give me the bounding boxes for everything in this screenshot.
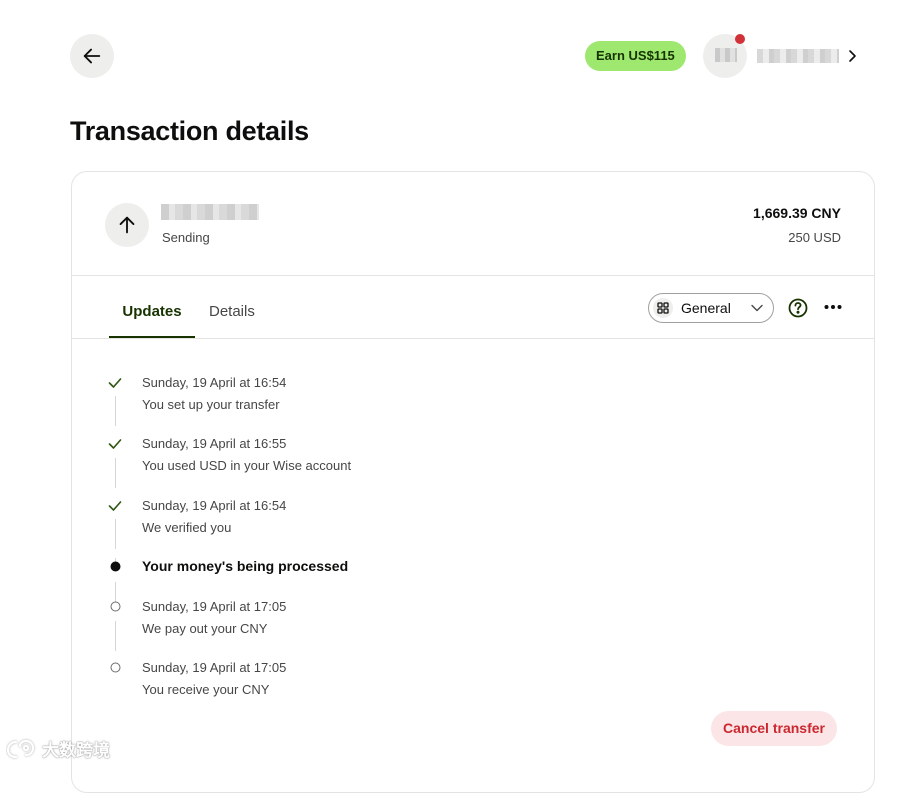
view-select-value: General	[681, 300, 731, 316]
arrow-up-icon	[119, 216, 135, 234]
notification-dot	[735, 34, 745, 44]
help-icon[interactable]	[788, 298, 808, 318]
grid-icon	[653, 298, 673, 318]
step-description: You receive your CNY	[142, 682, 270, 697]
transaction-card: Sending 1,669.39 CNY 250 USD Updates Det…	[71, 171, 875, 793]
pending-step-circle-icon	[110, 601, 121, 612]
current-step-dot-icon	[110, 561, 121, 572]
page-title: Transaction details	[70, 116, 309, 146]
step-title: Your money's being processed	[142, 558, 349, 574]
step-date: Sunday, 19 April at 17:05	[142, 599, 287, 614]
view-select[interactable]: General	[648, 293, 774, 323]
earn-reward-button[interactable]: Earn US$115	[585, 41, 686, 71]
step-description: We pay out your CNY	[142, 621, 268, 636]
profile-name-redacted	[757, 49, 839, 63]
cancel-transfer-button[interactable]: Cancel transfer	[711, 711, 837, 746]
timeline-connector	[115, 519, 116, 549]
watermark-text: 大数跨境	[42, 741, 110, 760]
chevron-right-icon[interactable]	[846, 47, 860, 65]
step-date: Sunday, 19 April at 16:55	[142, 436, 287, 451]
profile-menu[interactable]	[703, 34, 839, 78]
sending-indicator	[105, 203, 149, 247]
check-icon	[108, 378, 122, 388]
arrow-left-icon	[83, 48, 101, 64]
check-icon	[108, 501, 122, 511]
step-description: We verified you	[142, 520, 232, 535]
recipient-name-redacted	[161, 204, 259, 220]
timeline-connector	[115, 396, 116, 426]
transaction-summary: Sending 1,669.39 CNY 250 USD	[72, 172, 874, 276]
step-description: You used USD in your Wise account	[142, 458, 352, 473]
tab-details[interactable]: Details	[209, 276, 255, 338]
check-icon	[108, 439, 122, 449]
pending-step-circle-icon	[110, 662, 121, 673]
step-date: Sunday, 19 April at 16:54	[142, 375, 287, 390]
timeline-connector	[115, 458, 116, 488]
step-date: Sunday, 19 April at 17:05	[142, 660, 287, 675]
more-options-icon[interactable]	[824, 302, 842, 312]
timeline-connector	[115, 621, 116, 651]
amount-primary: 1,669.39 CNY	[753, 205, 841, 221]
step-description: You set up your transfer	[142, 397, 280, 412]
back-button[interactable]	[70, 34, 114, 78]
watermark-logo-icon	[6, 739, 35, 758]
step-date: Sunday, 19 April at 16:54	[142, 498, 287, 513]
chevron-down-icon	[751, 304, 763, 312]
tab-updates[interactable]: Updates	[109, 276, 195, 338]
watermark: 大数跨境	[6, 736, 110, 761]
tab-bar: Updates Details General	[72, 276, 874, 339]
amount-secondary: 250 USD	[788, 230, 841, 245]
transaction-status: Sending	[162, 230, 210, 245]
